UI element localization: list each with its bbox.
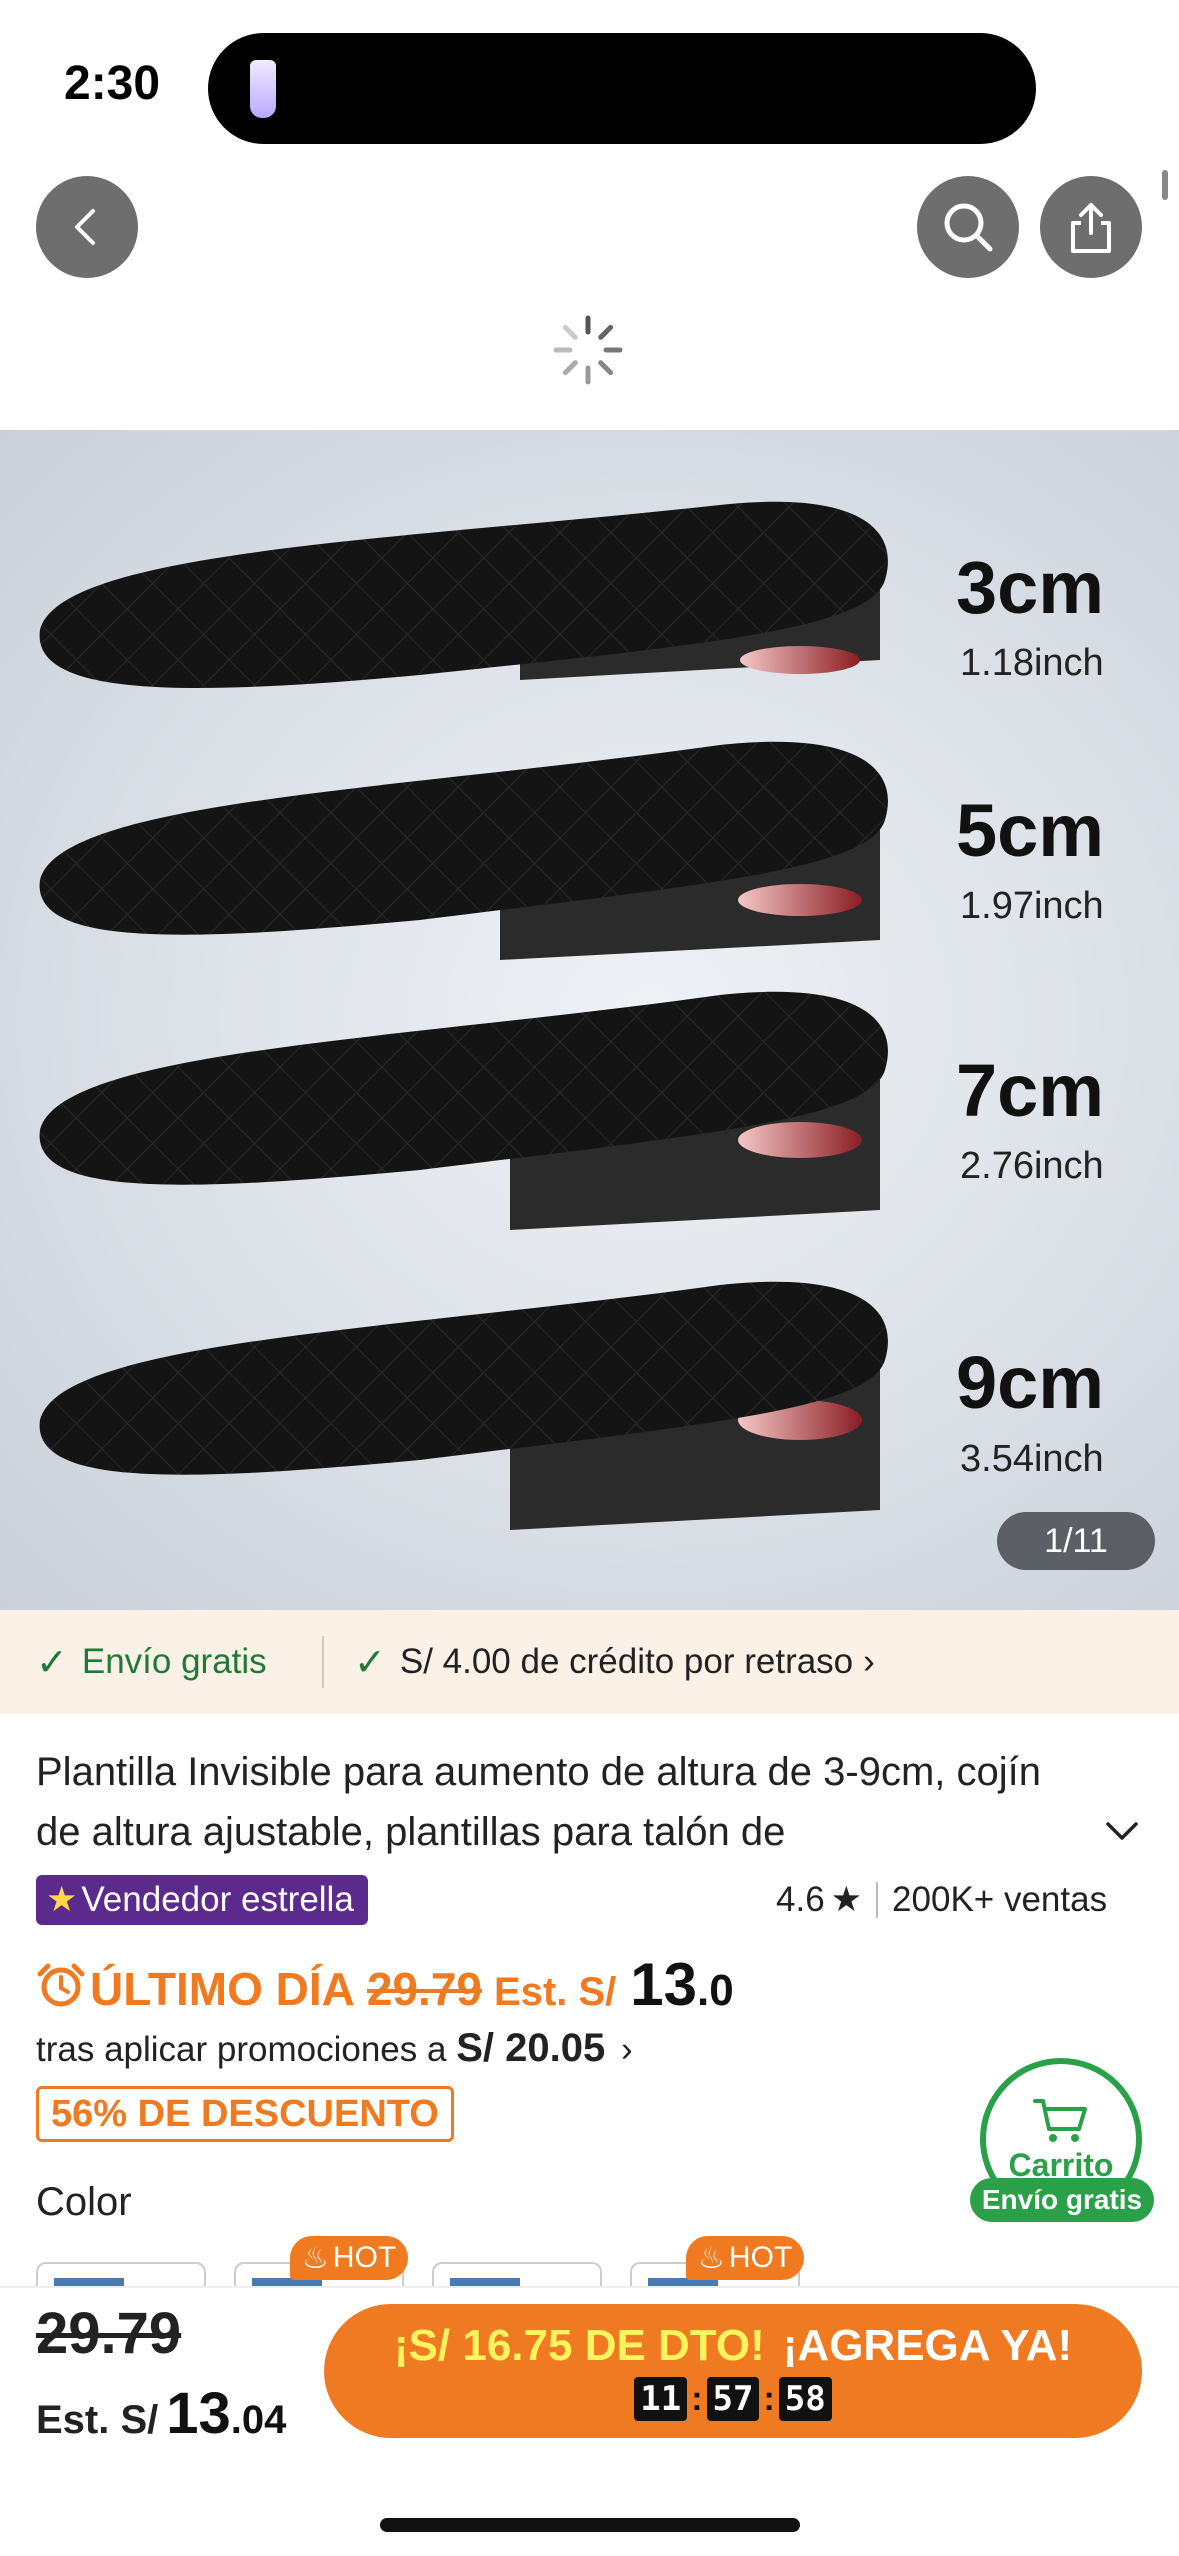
hot-label: HOT (332, 2241, 397, 2274)
discount-badge: 56% DE DESCUENTO (36, 2086, 454, 2142)
delay-credit-link[interactable]: ✓ S/ 4.00 de crédito por retraso › (354, 1640, 875, 1685)
cta-add: ¡AGREGA YA! (782, 2321, 1073, 2370)
cart-icon (1033, 2098, 1087, 2142)
product-image[interactable]: 3cm 1.18inch 5cm 1.97inch 7cm 2.76inch 9… (0, 430, 1179, 1610)
rating-value: 4.6 (776, 1880, 825, 1919)
chevron-right-icon: › (863, 1642, 875, 1681)
promo-line[interactable]: tras aplicar promociones a S/ 20.05 › (36, 2026, 633, 2071)
bottom-original-price: 29.79 (36, 2301, 182, 2366)
flashlight-icon (250, 60, 276, 118)
rating-summary[interactable]: 4.6 ★ 200K+ ventas (776, 1880, 1107, 1920)
timer-seconds: 58 (778, 2377, 832, 2421)
size-label-cm: 9cm (956, 1341, 1105, 1424)
size-label-cm: 7cm (956, 1049, 1105, 1132)
check-icon: ✓ (354, 1641, 386, 1684)
image-pager: 1/11 (997, 1512, 1155, 1570)
size-label-inch: 1.18inch (960, 642, 1104, 684)
size-label-cm: 3cm (956, 546, 1105, 629)
estimated-price: 13 (630, 1951, 698, 2018)
estimated-price-cents: .0 (697, 1966, 734, 2015)
free-shipping-label: Envío gratis (81, 1642, 267, 1681)
chevron-left-icon (75, 209, 95, 245)
divider (322, 1636, 324, 1688)
home-indicator[interactable] (380, 2518, 800, 2532)
share-icon (1071, 203, 1111, 253)
hot-badge: ♨ HOT (290, 2236, 409, 2280)
loading-spinner-icon (553, 315, 623, 385)
promo-text: tras aplicar promociones a (36, 2030, 447, 2069)
size-label-inch: 3.54inch (960, 1438, 1104, 1480)
star-seller-label: Vendedor estrella (81, 1880, 354, 1919)
add-to-cart-button[interactable]: ¡S/ 16.75 DE DTO! ¡AGREGA YA! 11 : 57 : 5… (324, 2304, 1142, 2438)
size-label-inch: 1.97inch (960, 885, 1104, 927)
cta-text: ¡S/ 16.75 DE DTO! ¡AGREGA YA! (394, 2321, 1072, 2371)
star-seller-badge[interactable]: ★ Vendedor estrella (36, 1875, 368, 1925)
bottom-estimated-price: Est. S/ 13 .04 (36, 2380, 286, 2447)
size-label-inch: 2.76inch (960, 1145, 1104, 1187)
shipping-bar[interactable]: ✓ Envío gratis ✓ S/ 4.00 de crédito por … (0, 1610, 1179, 1714)
scroll-indicator (1162, 170, 1168, 200)
star-icon: ★ (46, 1880, 78, 1919)
share-button[interactable] (1040, 176, 1142, 278)
free-shipping: ✓ Envío gratis (36, 1640, 267, 1685)
search-button[interactable] (917, 176, 1019, 278)
promo-price: S/ 20.05 (456, 2026, 606, 2070)
search-icon (944, 203, 993, 252)
check-icon: ✓ (36, 1641, 68, 1684)
cart-free-shipping-badge: Envío gratis (970, 2178, 1154, 2222)
estimated-price-cents: .04 (230, 2398, 287, 2442)
countdown-timer: 11 : 57 : 58 (634, 2377, 832, 2421)
flame-icon: ♨ (302, 2241, 329, 2275)
hot-badge: ♨ HOT (686, 2236, 805, 2280)
flame-icon: ♨ (698, 2241, 725, 2275)
size-label-cm: 5cm (956, 789, 1105, 872)
chevron-right-icon: › (620, 2030, 633, 2069)
timer-hours: 11 (634, 2377, 688, 2421)
divider (876, 1882, 879, 1918)
hot-label: HOT (728, 2241, 793, 2274)
sales-count: 200K+ ventas (892, 1880, 1108, 1919)
star-icon: ★ (830, 1880, 863, 1919)
original-price: 29.79 (366, 1963, 483, 2015)
product-title[interactable]: Plantilla Invisible para aumento de altu… (36, 1742, 1086, 1862)
color-section-label: Color (36, 2180, 132, 2224)
status-time: 2:30 (64, 57, 161, 110)
estimated-label: Est. S/ (36, 2398, 159, 2442)
alarm-clock-icon (37, 1963, 85, 2007)
deal-price-row: ÚLTIMO DÍA 29.79 Est. S/ 13 .0 (36, 1950, 734, 2020)
cta-discount: ¡S/ 16.75 DE DTO! (393, 2321, 765, 2370)
chevron-down-icon[interactable] (1100, 1810, 1144, 1854)
dynamic-island (208, 33, 1036, 144)
last-day-label: ÚLTIMO DÍA (90, 1963, 355, 2015)
estimated-price: 13 (166, 2381, 231, 2446)
delay-credit-label: S/ 4.00 de crédito por retraso (399, 1642, 854, 1681)
estimated-label: Est. S/ (494, 1970, 617, 2014)
timer-minutes: 57 (706, 2377, 760, 2421)
back-button[interactable] (36, 176, 138, 278)
